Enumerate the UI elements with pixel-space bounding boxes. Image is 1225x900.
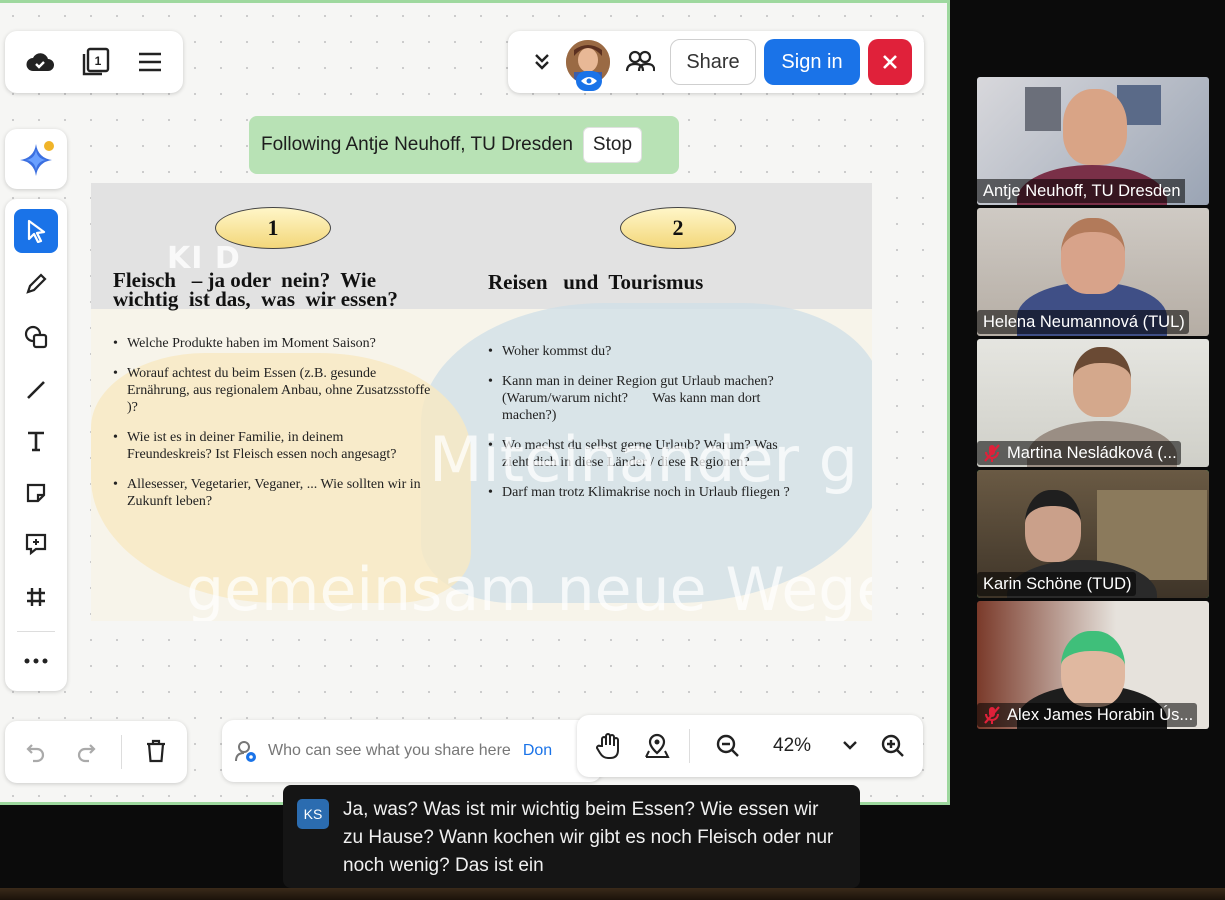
list-item: Kann man in deiner Region gut Urlaub mac… <box>488 373 794 424</box>
list-item: Wie ist es in deiner Familie, in deinem … <box>113 429 431 463</box>
mic-muted-icon <box>983 443 1001 463</box>
hand-pan-icon[interactable] <box>596 732 622 760</box>
slide-right-title: Reisen und Tourismus <box>488 270 704 294</box>
following-eye-icon <box>576 71 602 91</box>
line-tool[interactable] <box>14 368 58 412</box>
ai-sparkle-icon[interactable] <box>16 140 56 180</box>
zoom-out-icon[interactable] <box>715 733 741 759</box>
tools-panel <box>5 199 67 691</box>
more-icon <box>24 658 48 664</box>
share-visibility-bar[interactable]: Who can see what you share here Don <box>222 720 602 782</box>
participant-face <box>1073 347 1131 417</box>
more-tools-button[interactable] <box>14 639 58 683</box>
line-icon <box>25 379 47 401</box>
slide-left-title: Fleisch – ja oder nein? Wie wichtig ist … <box>113 270 398 311</box>
following-text: Following Antje Neuhoff, TU Dresden <box>261 134 573 155</box>
close-icon <box>882 54 898 70</box>
live-caption: KS Ja, was? Was ist mir wichtig beim Ess… <box>283 785 860 888</box>
close-button[interactable] <box>868 39 912 85</box>
participant-face <box>1025 490 1081 562</box>
participant-name: Alex James Horabin Ús... <box>977 703 1198 727</box>
location-pin-icon[interactable] <box>643 732 671 760</box>
redo-icon[interactable] <box>75 741 97 763</box>
participant-name: Martina Nesládková (... <box>977 441 1181 465</box>
zoom-toolbar: 42% <box>577 715 923 777</box>
zoom-dropdown-chevron-icon[interactable] <box>842 739 858 751</box>
participant-tile-active-speaker[interactable]: Karin Schöne (TUD) <box>977 470 1209 598</box>
menu-icon[interactable] <box>137 51 163 73</box>
top-left-toolbar: 1 <box>5 31 183 93</box>
slide-watermark-line1: Miteinander g <box>429 423 859 496</box>
participant-name-text: Karin Schöne (TUD) <box>983 574 1132 593</box>
participant-face <box>1061 218 1125 294</box>
pointer-icon <box>25 219 47 243</box>
shapes-tool[interactable] <box>14 315 58 359</box>
list-item: Welche Produkte haben im Moment Saison? <box>113 335 431 352</box>
shapes-icon <box>23 324 49 350</box>
frame-icon <box>25 586 47 608</box>
frame-tool[interactable] <box>14 575 58 619</box>
participant-tile[interactable]: Antje Neuhoff, TU Dresden <box>977 77 1209 205</box>
history-divider <box>121 735 122 769</box>
svg-text:1: 1 <box>95 54 102 68</box>
participant-name-text: Martina Nesládková (... <box>1007 443 1177 462</box>
select-tool[interactable] <box>14 209 58 253</box>
text-icon <box>25 430 47 452</box>
stop-following-button[interactable]: Stop <box>582 127 643 163</box>
zoom-divider <box>689 729 690 763</box>
mic-muted-icon <box>983 705 1001 725</box>
list-item: Worauf achtest du beim Essen (z.B. gesun… <box>113 365 431 416</box>
following-banner: Following Antje Neuhoff, TU Dresden Stop <box>249 116 679 174</box>
cloud-sync-icon[interactable] <box>25 50 55 74</box>
slide-left-bullets: Welche Produkte haben im Moment Saison? … <box>113 335 431 523</box>
participant-tile[interactable]: Helena Neumannová (TUL) <box>977 208 1209 336</box>
user-visibility-icon <box>234 739 258 763</box>
shared-slide[interactable]: KI D 1 2 Fleisch – ja oder nein? Wie wic… <box>91 183 872 621</box>
participant-name-text: Antje Neuhoff, TU Dresden <box>983 181 1181 200</box>
list-item: Allesesser, Vegetarier, Veganer, ... Wie… <box>113 476 431 510</box>
text-tool[interactable] <box>14 419 58 463</box>
share-visibility-text: Who can see what you share here <box>268 742 511 759</box>
tools-divider <box>17 631 55 632</box>
participant-name-text: Helena Neumannová (TUL) <box>983 312 1185 331</box>
slide-number-2: 2 <box>620 207 736 249</box>
pen-tool[interactable] <box>14 262 58 306</box>
video-background-poster <box>1025 87 1061 131</box>
participant-name: Antje Neuhoff, TU Dresden <box>977 179 1185 203</box>
sticky-note-tool[interactable] <box>14 471 58 515</box>
sign-in-button[interactable]: Sign in <box>764 39 860 85</box>
undo-icon[interactable] <box>25 741 47 763</box>
slide-number-1: 1 <box>215 207 331 249</box>
list-item: Woher kommst du? <box>488 343 794 360</box>
pages-icon[interactable]: 1 <box>79 46 113 78</box>
participant-name: Helena Neumannová (TUL) <box>977 310 1189 334</box>
zoom-level[interactable]: 42% <box>773 735 811 757</box>
slide-left-title-line2: wichtig ist das, was wir essen? <box>113 287 398 311</box>
participant-tile[interactable]: Martina Nesládková (... <box>977 339 1209 467</box>
sticky-note-icon <box>25 482 47 504</box>
participant-name: Karin Schöne (TUD) <box>977 572 1136 596</box>
participant-face <box>1061 631 1125 707</box>
participant-name-text: Alex James Horabin Ús... <box>1007 705 1194 724</box>
collapse-chevrons-icon[interactable] <box>532 49 552 73</box>
pencil-icon <box>24 272 48 296</box>
share-done-link[interactable]: Don <box>523 742 552 760</box>
caption-speaker-avatar: KS <box>297 799 329 829</box>
zoom-in-icon[interactable] <box>880 733 906 759</box>
top-right-toolbar: Share Sign in <box>508 31 924 93</box>
os-taskbar <box>0 888 1225 900</box>
whiteboard-canvas[interactable]: 1 Share Sign in Following Antje Neuhoff,… <box>0 0 950 805</box>
caption-text: Ja, was? Was ist mir wichtig beim Essen?… <box>343 799 834 876</box>
history-toolbar <box>5 721 187 783</box>
ai-assist-panel <box>5 129 67 189</box>
participant-tile[interactable]: Alex James Horabin Ús... <box>977 601 1209 729</box>
slide-watermark-line2: gemeinsam neue Wege <box>186 555 872 621</box>
comment-tool[interactable] <box>14 522 58 566</box>
share-button[interactable]: Share <box>670 39 756 85</box>
trash-icon[interactable] <box>145 739 167 763</box>
comment-icon <box>24 532 48 556</box>
participant-face <box>1063 89 1127 165</box>
collaborators-icon[interactable] <box>625 49 655 75</box>
